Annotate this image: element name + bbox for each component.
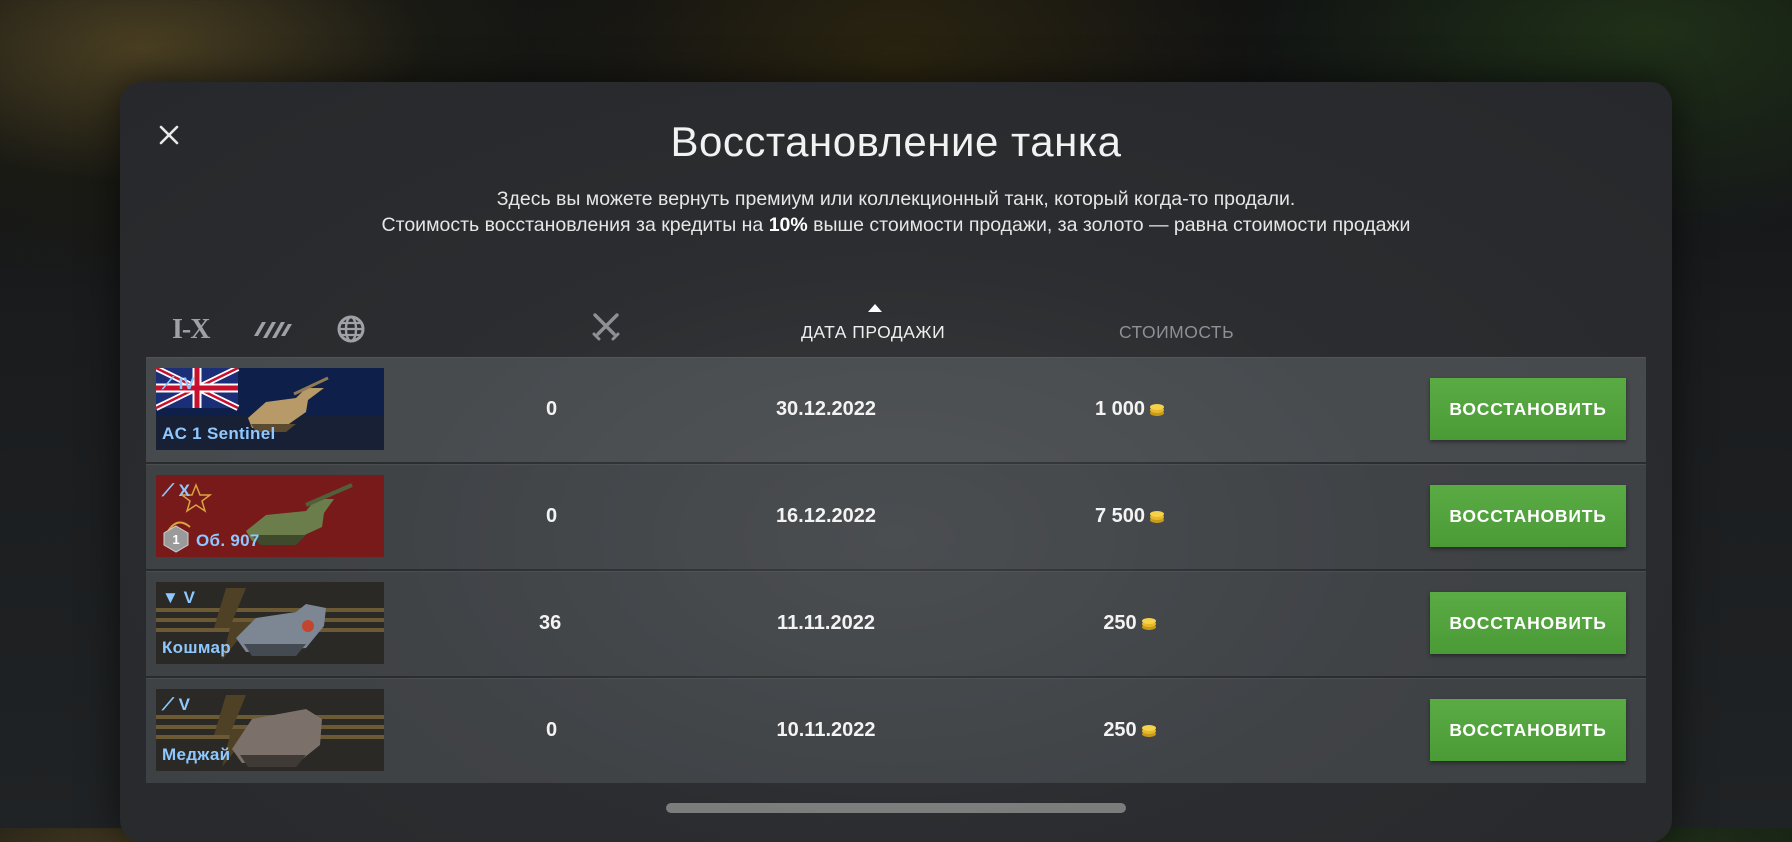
gold-icon (1141, 724, 1156, 737)
restore-button[interactable]: ВОССТАНОВИТЬ (1430, 699, 1626, 761)
tank-name: Об. 907 (196, 531, 260, 550)
sale-date-column-header[interactable]: ДАТА ПРОДАЖИ (801, 322, 945, 343)
table-row: ⟋ X 1 Об. 907 0 16.12.2022 7 500 ВОССТАН… (146, 464, 1646, 569)
cost-value: 7 500 (1094, 505, 1146, 527)
sold-tanks-list: ⟋ IV AC 1 Sentinel 0 30.12.2022 1 000 ВО… (146, 357, 1646, 785)
table-row: ▼ V Кошмар 36 11.11.2022 250 ВОССТАНОВИТ… (146, 571, 1646, 676)
cost-value: 1 000 (1094, 398, 1146, 420)
tier-filter-button[interactable]: I-X (172, 314, 210, 348)
mastery-badge-icon: 1 (163, 525, 189, 553)
description-line-1: Здесь вы можете вернуть премиум или колл… (496, 188, 1296, 210)
desc-percent: 10% (768, 214, 808, 236)
table-row: ⟋ IV AC 1 Sentinel 0 30.12.2022 1 000 ВО… (146, 357, 1646, 462)
crossed-swords-icon (592, 313, 620, 341)
tank-tier: ▼ V (162, 588, 195, 607)
sale-date: 11.11.2022 (777, 612, 875, 634)
battles-count: 0 (546, 719, 558, 741)
description-line-2: Стоимость восстановления за кредиты на 1… (120, 212, 1672, 238)
restore-tank-dialog: Восстановление танка Здесь вы можете вер… (120, 82, 1672, 842)
tank-card[interactable]: ▼ V Кошмар (156, 582, 384, 664)
tank-tier: ⟋ X (162, 481, 190, 500)
gold-icon (1150, 403, 1165, 416)
tank-name: Кошмар (162, 638, 231, 657)
restore-cost: 250 (1020, 612, 1240, 635)
type-filter-icon (254, 322, 292, 338)
tier-value: V (183, 588, 195, 607)
tank-card[interactable]: ⟋ IV AC 1 Sentinel (156, 368, 384, 450)
table-row: ⟋ V Меджай 0 10.11.2022 250 ВОССТАНОВИТЬ (146, 678, 1646, 783)
tank-tier: ⟋ V (162, 695, 190, 714)
tank-card[interactable]: ⟋ V Меджай (156, 689, 384, 771)
tier-filter-icon: I-X (172, 314, 210, 345)
battles-count: 36 (539, 612, 562, 634)
restore-cost: 250 (1020, 719, 1240, 742)
restore-button[interactable]: ВОССТАНОВИТЬ (1430, 378, 1626, 440)
tier-value: X (178, 481, 190, 500)
dialog-title: Восстановление танка (670, 118, 1122, 165)
tier-value: IV (178, 374, 195, 393)
tank-tier: ⟋ IV (162, 374, 195, 393)
cost-column-header[interactable]: СТОИМОСТЬ (1119, 322, 1234, 343)
battles-column-header[interactable] (590, 310, 622, 342)
type-filter-button[interactable] (250, 312, 294, 346)
gold-icon (1141, 617, 1156, 630)
tank-image-ussr (156, 475, 384, 557)
battles-count: 0 (546, 398, 558, 420)
sale-date: 10.11.2022 (776, 719, 876, 741)
restore-button[interactable]: ВОССТАНОВИТЬ (1430, 485, 1626, 547)
mastery-level: 1 (172, 532, 179, 547)
tier-value: V (178, 695, 190, 714)
tank-name: Меджай (162, 745, 231, 764)
battles-count: 0 (546, 505, 558, 527)
home-indicator (666, 803, 1126, 813)
tank-name: AC 1 Sentinel (162, 424, 276, 443)
desc-text-end: выше стоимости продажи, за золото — равн… (807, 214, 1411, 236)
restore-button[interactable]: ВОССТАНОВИТЬ (1430, 592, 1626, 654)
restore-cost: 1 000 (1020, 398, 1240, 421)
sale-date: 16.12.2022 (775, 505, 877, 527)
tank-card[interactable]: ⟋ X 1 Об. 907 (156, 475, 384, 557)
gold-icon (1150, 510, 1165, 523)
filter-bar: I-X ДАТА ПРОДАЖИ СТОИМОСТЬ (120, 300, 1672, 356)
cost-value: 250 (1103, 612, 1137, 634)
restore-cost: 7 500 (1020, 505, 1240, 528)
globe-icon (337, 315, 365, 343)
nation-filter-button[interactable] (334, 312, 368, 346)
cost-value: 250 (1103, 719, 1137, 741)
sort-ascending-icon (868, 304, 882, 312)
dialog-description: Здесь вы можете вернуть премиум или колл… (120, 186, 1672, 238)
sale-date: 30.12.2022 (775, 398, 877, 420)
desc-text: Стоимость восстановления за кредиты на (381, 214, 769, 236)
